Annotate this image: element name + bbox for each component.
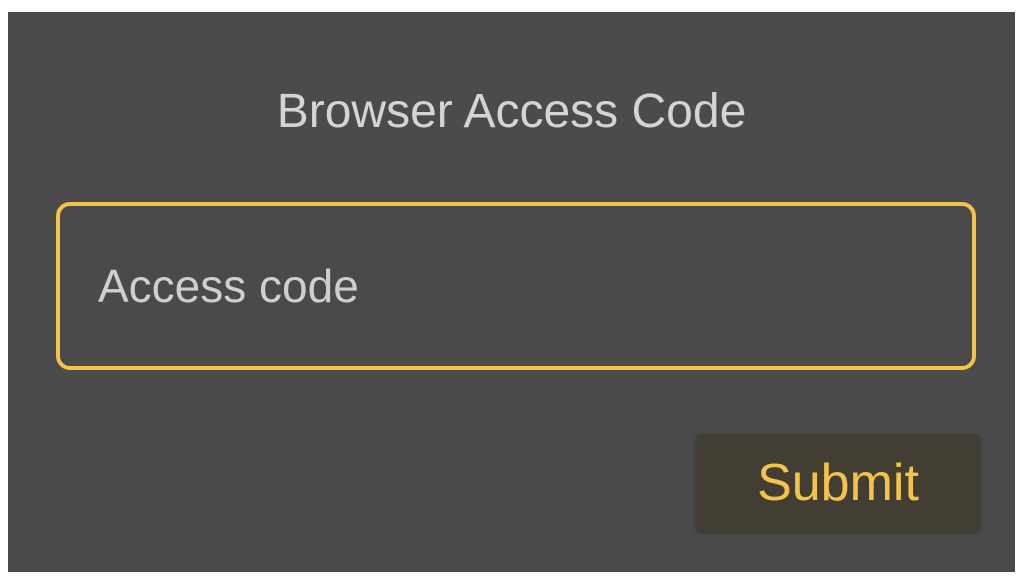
access-code-input[interactable] — [60, 206, 972, 366]
access-code-dialog: Browser Access Code Submit — [8, 12, 1015, 572]
access-code-field-container — [56, 202, 976, 370]
submit-button[interactable]: Submit — [696, 434, 980, 532]
dialog-title: Browser Access Code — [276, 85, 747, 138]
